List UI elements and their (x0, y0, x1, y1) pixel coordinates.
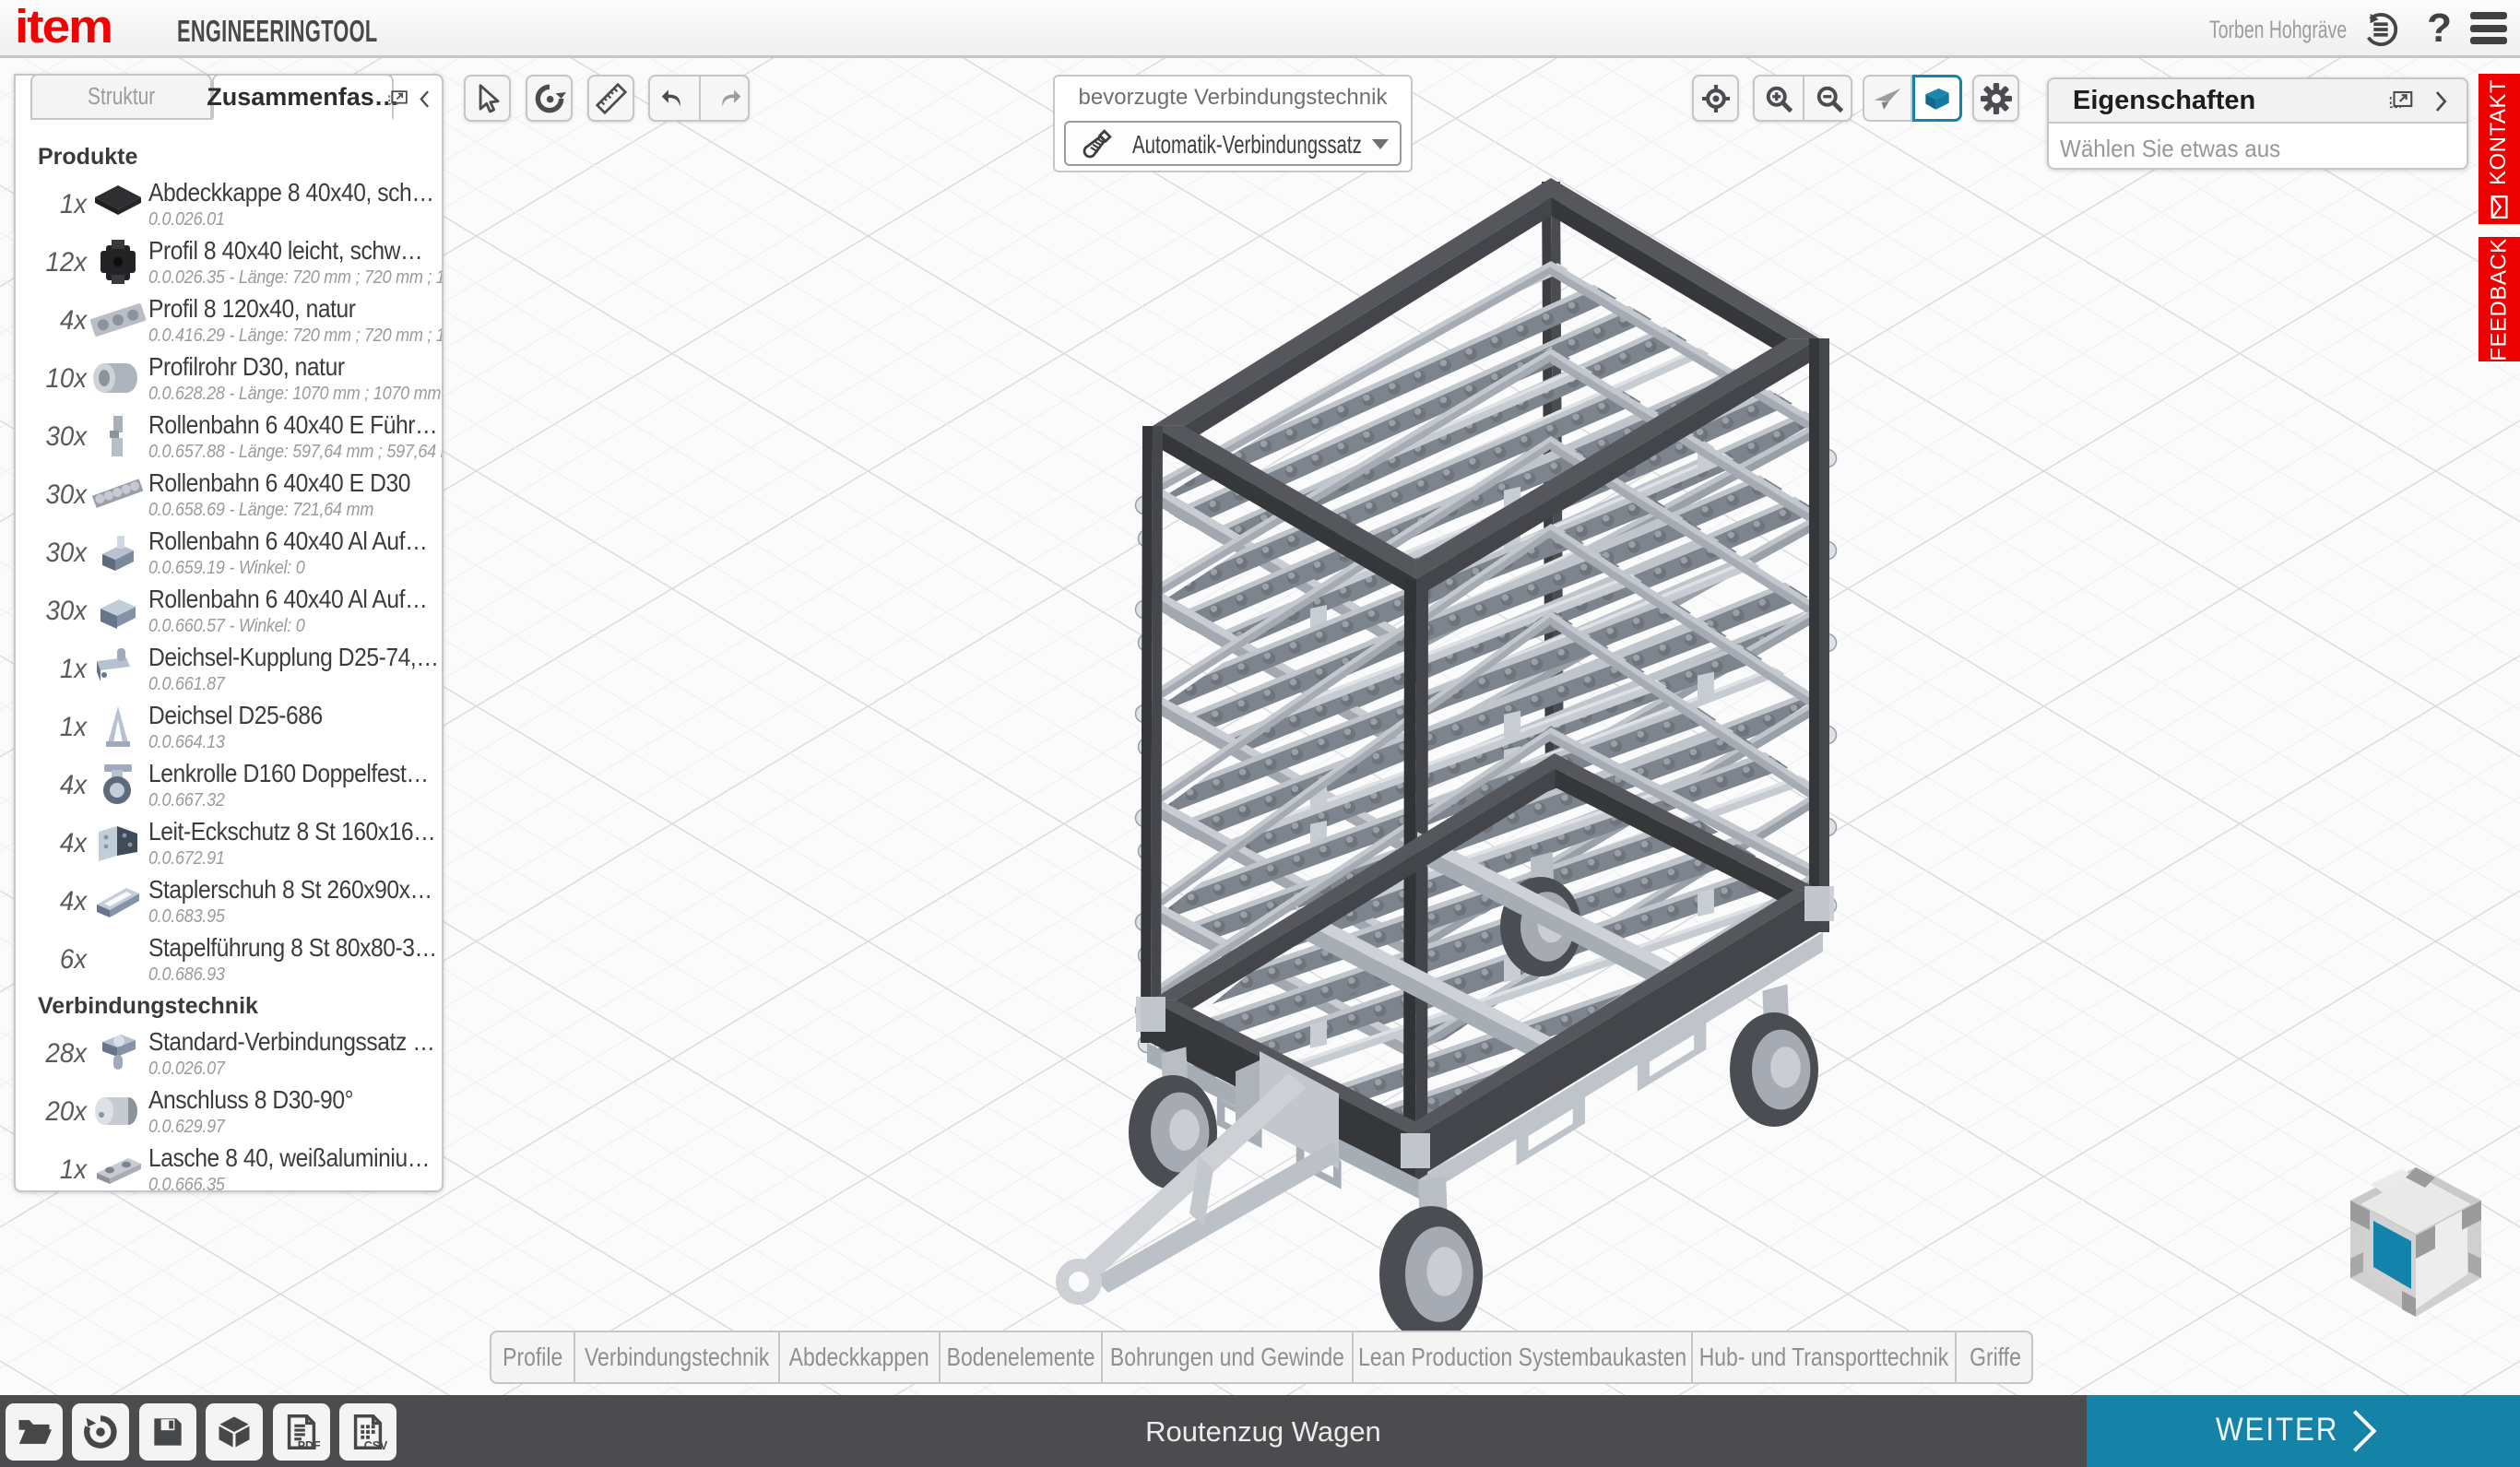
svg-text:PDF: PDF (298, 1439, 321, 1452)
svg-text:CSV: CSV (364, 1439, 388, 1452)
